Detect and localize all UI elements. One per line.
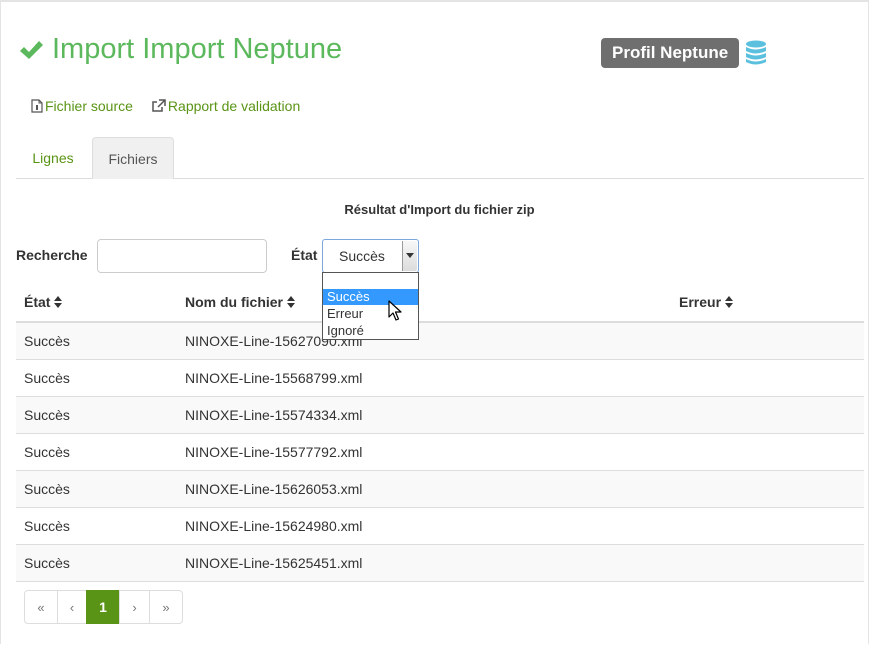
pagination-prev[interactable]: ‹ [57,590,87,624]
tab-lignes[interactable]: Lignes [16,137,90,179]
validation-report-link[interactable]: Rapport de validation [151,98,300,114]
caret-down-icon [406,253,414,258]
files-table: État Nom du fichier Erreur Succès NINOXE… [16,285,864,582]
table-row: Succès NINOXE-Line-15627090.xml [16,323,864,360]
state-select[interactable]: Succès [322,239,419,273]
state-option-erreur[interactable]: Erreur [323,306,418,322]
cell-etat: Succès [24,518,70,534]
sort-icon [725,296,734,308]
cell-filename: NINOXE-Line-15568799.xml [185,370,363,386]
cell-etat: Succès [24,481,70,497]
pagination-next[interactable]: › [119,590,150,624]
validation-report-label: Rapport de validation [167,98,301,114]
profile-badge: Profil Neptune [601,38,740,68]
pagination-current-page[interactable]: 1 [86,590,120,624]
check-icon [20,40,43,59]
pagination-last[interactable]: » [149,590,183,624]
pagination-first[interactable]: « [24,590,58,624]
table-row: Succès NINOXE-Line-15568799.xml [16,360,864,397]
cell-etat: Succès [24,370,70,386]
database-icon [746,40,767,65]
column-header-etat[interactable]: État [24,294,63,310]
table-row: Succès NINOXE-Line-15626053.xml [16,471,864,508]
column-header-erreur[interactable]: Erreur [679,294,734,310]
tab-bar: Lignes Fichiers [16,137,864,179]
table-row: Succès NINOXE-Line-15625451.xml [16,545,864,582]
sort-icon [287,296,296,308]
file-links: Fichier source Rapport de validation [31,98,300,114]
table-row: Succès NINOXE-Line-15624980.xml [16,508,864,545]
source-file-link[interactable]: Fichier source [31,98,133,114]
cell-filename: NINOXE-Line-15574334.xml [185,407,363,423]
page-title-text: Import Import Neptune [52,33,343,65]
mouse-cursor-icon [388,300,402,321]
cell-filename: NINOXE-Line-15577792.xml [185,444,363,460]
file-icon [31,99,43,113]
cell-filename: NINOXE-Line-15626053.xml [185,481,363,497]
column-header-label: État [24,294,51,310]
source-file-label: Fichier source [45,98,133,114]
column-header-label: Nom du fichier [185,294,284,310]
cell-filename: NINOXE-Line-15624980.xml [185,518,363,534]
cell-etat: Succès [24,555,70,571]
pagination: « ‹ 1 › » [24,590,183,624]
state-option-succes[interactable]: Succès [323,289,418,305]
section-title: Résultat d'Import du fichier zip [344,202,535,217]
cell-filename: NINOXE-Line-15625451.xml [185,555,363,571]
search-input[interactable] [97,239,267,273]
tab-fichiers[interactable]: Fichiers [92,137,174,179]
state-select-toggle[interactable] [402,241,417,271]
cell-etat: Succès [24,333,70,349]
search-label: Recherche [16,247,88,263]
state-option-empty[interactable] [323,273,418,289]
profile-area: Profil Neptune [601,38,767,68]
cell-etat: Succès [24,444,70,460]
sort-icon [54,296,63,308]
cell-etat: Succès [24,407,70,423]
external-link-icon [152,99,166,112]
column-header-label: Erreur [679,294,722,310]
table-header: État Nom du fichier Erreur [16,285,864,323]
state-filter-label: État [291,247,318,263]
state-option-ignore[interactable]: Ignoré [323,323,418,339]
state-select-value: Succès [339,248,385,264]
page-title: Import Import Neptune [18,33,342,66]
column-header-nom[interactable]: Nom du fichier [185,294,296,310]
table-row: Succès NINOXE-Line-15574334.xml [16,397,864,434]
state-dropdown-list: Succès Erreur Ignoré [322,272,419,340]
table-row: Succès NINOXE-Line-15577792.xml [16,434,864,471]
